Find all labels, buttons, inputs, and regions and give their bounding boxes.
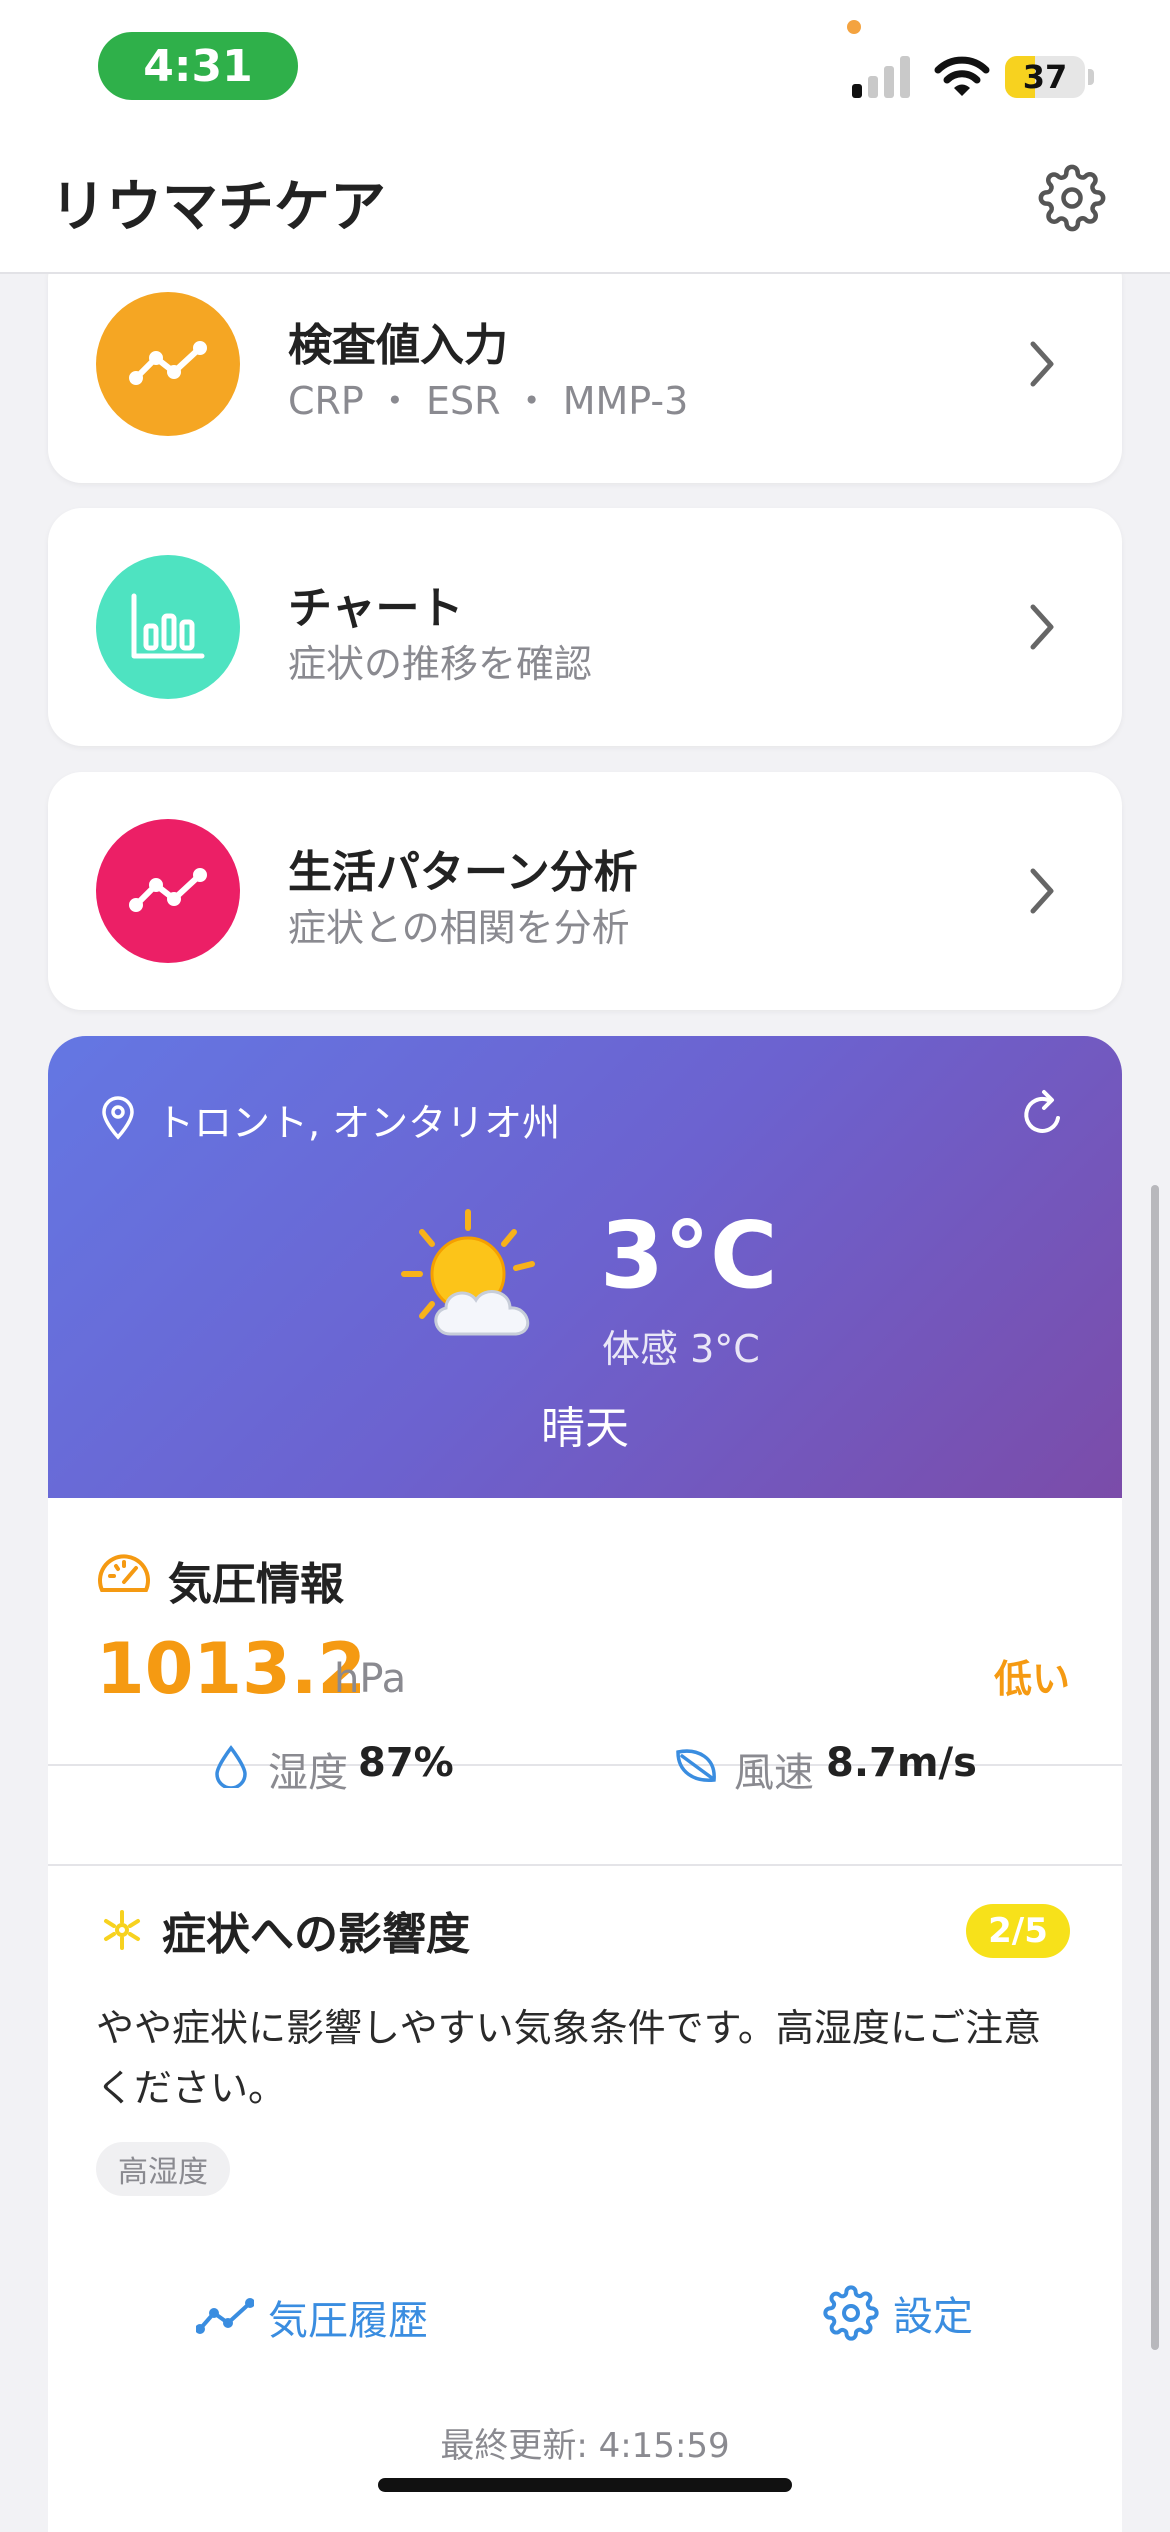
gear-icon — [823, 2285, 879, 2341]
status-time: 4:31 — [98, 32, 298, 100]
menu-subtitle: CRP ・ ESR ・ MMP-3 — [288, 379, 689, 423]
weather-settings-button[interactable]: 設定 — [823, 2284, 973, 2342]
menu-icon-circle — [96, 555, 240, 699]
cellular-signal-icon — [852, 56, 910, 98]
trend-line-icon — [129, 341, 207, 385]
menu-icon-circle — [96, 292, 240, 436]
water-drop-icon — [215, 1745, 247, 1788]
menu-card-lab-values[interactable]: 検査値入力 CRP ・ ESR ・ MMP-3 — [48, 245, 1122, 483]
impact-score-badge: 2/5 — [966, 1904, 1070, 1958]
gear-icon[interactable] — [1038, 164, 1106, 232]
sun-behind-cloud-icon — [401, 1209, 535, 1336]
pressure-value: 1013.2 — [96, 1628, 367, 1710]
bar-chart-icon — [131, 593, 205, 659]
pressure-history-label: 気圧履歴 — [268, 2298, 428, 2344]
location-name: トロント, オンタリオ州 — [156, 1101, 561, 1145]
chevron-right-icon — [1030, 341, 1054, 387]
app-title-overlay: リウマチケア — [50, 175, 386, 240]
menu-subtitle: 症状の推移を確認 — [288, 642, 593, 686]
menu-title: 検査値入力 — [288, 320, 508, 371]
menu-title: 生活パターン分析 — [288, 847, 638, 898]
weather-card: トロント, オンタリオ州 3°C 体感 3°C 晴天 — [48, 1036, 1122, 1498]
header-overlay: リウマチケア — [0, 140, 1170, 274]
privacy-indicator-dot — [847, 20, 861, 34]
condition-tag: 高湿度 — [96, 2142, 230, 2196]
pressure-title: 気圧情報 — [168, 1559, 344, 1610]
settings-label: 設定 — [893, 2294, 973, 2340]
leaf-icon — [676, 1749, 716, 1782]
home-indicator[interactable] — [378, 2478, 792, 2492]
menu-icon-circle — [96, 819, 240, 963]
temperature: 3°C — [600, 1202, 778, 1309]
pressure-status: 低い — [994, 1657, 1071, 1701]
menu-card-lifestyle-analysis[interactable]: 生活パターン分析 症状との相関を分析 — [48, 772, 1122, 1010]
wifi-icon — [934, 56, 990, 96]
location-pin-icon — [102, 1096, 134, 1140]
weather-condition: 晴天 — [541, 1403, 629, 1454]
feels-like: 体感 3°C — [602, 1327, 760, 1371]
pressure-history-button[interactable]: 気圧履歴 — [196, 2288, 428, 2346]
weather-details: 気圧情報 1013.2 hPa 低い 湿度 87% 風速 8.7m/s 症状への… — [48, 1498, 1122, 2532]
wind-label: 風速 — [734, 1750, 814, 1796]
menu-subtitle: 症状との相関を分析 — [288, 906, 630, 950]
humidity-label: 湿度 — [268, 1750, 348, 1796]
chevron-right-icon — [1030, 868, 1054, 914]
chevron-right-icon — [1030, 604, 1054, 650]
menu-card-chart[interactable]: チャート 症状の推移を確認 — [48, 508, 1122, 746]
status-bar: 4:31 37 — [0, 0, 1170, 140]
humidity-value: 87% — [358, 1740, 454, 1786]
scrollbar[interactable] — [1151, 1185, 1159, 2350]
trend-line-icon — [129, 868, 207, 912]
impact-title: 症状への影響度 — [162, 1909, 470, 1960]
battery-cap — [1088, 69, 1094, 85]
refresh-icon[interactable] — [1018, 1088, 1066, 1140]
trend-line-icon — [196, 2298, 254, 2334]
asterisk-icon — [104, 1910, 140, 1950]
divider — [48, 1864, 1122, 1866]
pressure-unit: hPa — [334, 1656, 407, 1702]
last-updated: 最終更新: 4:15:59 — [440, 2426, 730, 2466]
gauge-icon — [98, 1554, 150, 1592]
battery-percentage: 37 — [1022, 58, 1068, 96]
impact-description: やや症状に影響しやすい気象条件です。高湿度にご注意ください。 — [96, 2006, 1042, 2110]
menu-title: チャート — [288, 583, 464, 634]
wind-value: 8.7m/s — [826, 1740, 977, 1786]
battery-indicator: 37 — [1005, 56, 1085, 98]
